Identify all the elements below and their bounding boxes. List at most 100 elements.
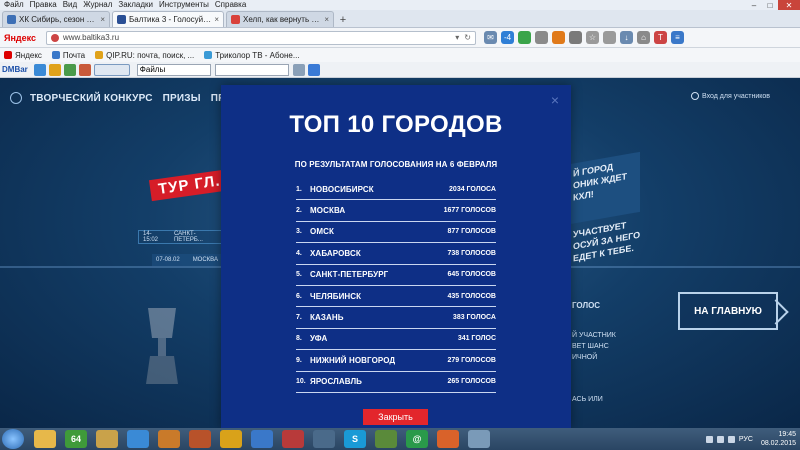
taskbar-globe-icon[interactable] — [127, 430, 149, 448]
browser-tab[interactable]: Балтика 3 - Голосуй за свой г...× — [112, 11, 224, 27]
taskbar-notepad-icon[interactable] — [468, 430, 490, 448]
download-icon[interactable] — [307, 63, 320, 76]
match-card[interactable]: 07-08.02 МОСКВА — [152, 254, 222, 266]
toolbar-button-icon[interactable] — [33, 63, 46, 76]
ranking-row: 7. КАЗАНЬ 383 ГОЛОСА — [296, 307, 496, 329]
weather-icon[interactable]: -4 — [501, 31, 514, 44]
site-icon — [51, 33, 59, 42]
match-date: 07-08.02 — [156, 257, 180, 263]
reload-icon[interactable]: ↻ — [464, 33, 471, 42]
bookmarks-icon[interactable] — [603, 31, 616, 44]
match-card[interactable]: 14-15:02 САНКТ-ПЕТЕРБ... — [138, 230, 228, 244]
ranking-row: 8. УФА 341 ГОЛОС — [296, 329, 496, 351]
search-icon[interactable] — [292, 63, 305, 76]
tab-favicon-icon — [231, 15, 240, 24]
tab-close-icon[interactable]: × — [214, 15, 219, 24]
bookmark-item[interactable]: Триколор ТВ - Абоне... — [204, 51, 300, 60]
taskbar-qip-icon[interactable]: @ — [406, 430, 428, 448]
taskbar-monitor-icon[interactable] — [313, 430, 335, 448]
history-dropdown-icon[interactable]: ▾ — [455, 33, 459, 42]
star-icon[interactable]: ☆ — [586, 31, 599, 44]
menu-icon[interactable]: ≡ — [671, 31, 684, 44]
language-indicator[interactable]: РУС — [739, 436, 753, 443]
taskbar-game-icon[interactable] — [375, 430, 397, 448]
taskbar-paint-icon[interactable] — [96, 430, 118, 448]
menu-item[interactable]: Журнал — [83, 0, 112, 10]
taskbar-folder-icon[interactable] — [34, 430, 56, 448]
side-text-bottom: АСЬ ИЛИ — [572, 396, 603, 403]
browser-tab[interactable]: ХК Сибирь, сезон 2014-20...× — [2, 11, 110, 27]
nav-creative-contest[interactable]: ТВОРЧЕСКИЙ КОНКУРС — [30, 93, 153, 104]
bookmark-item[interactable]: QIP.RU: почта, поиск, ... — [95, 51, 194, 60]
toolbar-field[interactable] — [93, 63, 130, 76]
taskbar-pen-icon[interactable] — [189, 430, 211, 448]
rank-number: 10. — [296, 378, 306, 386]
menu-item[interactable]: Вид — [63, 0, 77, 10]
taskbar-books-icon[interactable] — [282, 430, 304, 448]
translate-icon[interactable]: T — [654, 31, 667, 44]
taskbar-firefox-icon[interactable] — [437, 430, 459, 448]
menu-item[interactable]: Закладки — [118, 0, 153, 10]
maximize-icon[interactable]: □ — [762, 0, 778, 10]
vote-count: 738 ГОЛОСОВ — [447, 249, 496, 257]
address-bar[interactable]: www.baltika3.ru ▾ ↻ — [46, 30, 476, 45]
toolbar-button-icon[interactable] — [48, 63, 61, 76]
home-button[interactable]: НА ГЛАВНУЮ — [678, 292, 778, 330]
taskbar: 64 S @ — [0, 428, 800, 450]
bookmark-item[interactable]: Яндекс — [4, 51, 42, 60]
network-icon[interactable] — [716, 435, 724, 443]
site-logo-icon[interactable] — [10, 92, 22, 104]
close-window-icon[interactable]: ✕ — [778, 0, 800, 10]
tools-icon[interactable] — [569, 31, 582, 44]
taskbar-aimp-icon[interactable] — [220, 430, 242, 448]
new-tab-button[interactable]: + — [336, 13, 350, 27]
clock[interactable]: 19:45 08.02.2015 — [761, 430, 796, 448]
vote-count: 383 ГОЛОСА — [452, 314, 496, 322]
bookmark-icon — [204, 51, 213, 59]
vote-count: 645 ГОЛОСОВ — [447, 271, 496, 279]
vk-icon[interactable] — [518, 31, 531, 44]
taskbar-skype-icon[interactable]: S — [344, 430, 366, 448]
home-icon[interactable]: ⌂ — [637, 31, 650, 44]
ranking-row: 5. САНКТ-ПЕТЕРБУРГ 645 ГОЛОСОВ — [296, 265, 496, 286]
yandex-brand[interactable]: Яндекс — [4, 33, 40, 43]
dmbar-search-input[interactable] — [214, 63, 289, 76]
taskbar-chart-icon[interactable] — [251, 430, 273, 448]
volume-icon[interactable] — [727, 435, 735, 443]
menu-item[interactable]: Справка — [215, 0, 246, 10]
minimize-icon[interactable]: – — [746, 0, 762, 10]
menu-item[interactable]: Инструменты — [159, 0, 209, 10]
tab-strip: ХК Сибирь, сезон 2014-20...×Балтика 3 - … — [0, 10, 800, 28]
mail-icon[interactable]: ✉ — [484, 31, 497, 44]
clock-icon[interactable] — [535, 31, 548, 44]
tab-close-icon[interactable]: × — [324, 15, 329, 24]
top-cities-modal: × ТОП 10 ГОРОДОВ ПО РЕЗУЛЬТАТАМ ГОЛОСОВА… — [221, 85, 571, 428]
close-button[interactable]: Закрыть — [363, 409, 428, 425]
taskbar-app-64-icon[interactable]: 64 — [65, 430, 87, 448]
rank-number: 8. — [296, 335, 302, 343]
nav-prizes[interactable]: ПРИЗЫ — [163, 93, 201, 104]
login-link[interactable]: Вход для участников — [691, 92, 770, 100]
start-button[interactable] — [2, 429, 24, 449]
browser-tab[interactable]: Хелп, как вернуть правил...× — [226, 11, 334, 27]
match-team: САНКТ-ПЕТЕРБ... — [173, 231, 203, 243]
toolbar-button-icon[interactable] — [63, 63, 76, 76]
bookmark-item[interactable]: Почта — [51, 51, 85, 60]
tray-icon[interactable] — [705, 435, 713, 443]
url-text[interactable]: www.baltika3.ru — [63, 33, 450, 42]
files-dropdown[interactable]: Файлы — [136, 63, 211, 76]
menu-item[interactable]: Правка — [30, 0, 57, 10]
city-name: ЯРОСЛАВЛЬ — [310, 377, 363, 387]
bookmarks-bar: Яндекс Почта QIP.RU: почта, поиск, ... Трик… — [0, 48, 800, 62]
modal-close-icon[interactable]: × — [551, 93, 559, 107]
ok-icon[interactable] — [552, 31, 565, 44]
taskbar-app-ball-icon[interactable] — [158, 430, 180, 448]
bookmark-icon — [51, 51, 60, 59]
menu-item[interactable]: Файл — [4, 0, 24, 10]
tab-close-icon[interactable]: × — [100, 15, 105, 24]
dmbar-logo[interactable]: DMBar — [2, 65, 28, 74]
rank-number: 7. — [296, 314, 302, 322]
city-name: НИЖНИЙ НОВГОРОД — [310, 355, 396, 365]
download-icon[interactable]: ↓ — [620, 31, 633, 44]
toolbar-button-icon[interactable] — [78, 63, 91, 76]
